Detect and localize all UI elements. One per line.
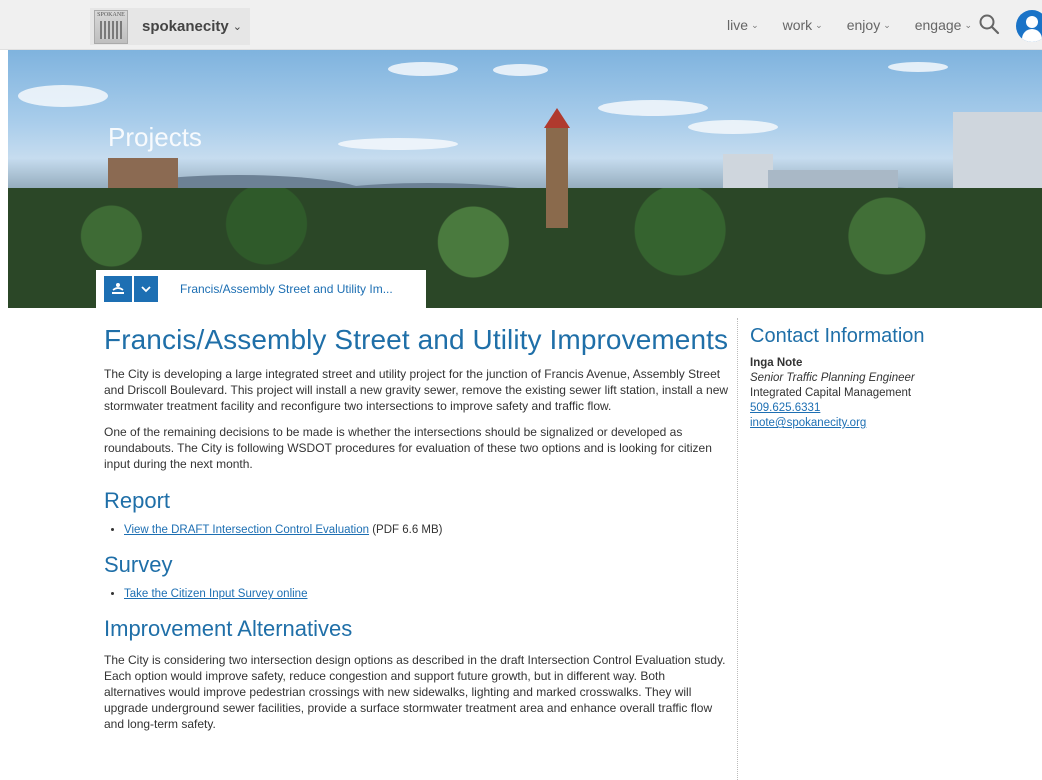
list-item: View the DRAFT Intersection Control Eval…: [124, 524, 729, 536]
breadcrumb-current[interactable]: Francis/Assembly Street and Utility Im..…: [180, 282, 393, 296]
nav-item-enjoy[interactable]: enjoy ⌄: [847, 17, 891, 33]
chevron-down-icon: ⌄: [232, 21, 242, 33]
alternatives-heading: Improvement Alternatives: [104, 616, 353, 641]
survey-heading: Survey: [104, 552, 173, 577]
chevron-down-icon: ⌄: [883, 19, 891, 30]
contact-card: Inga Note Senior Traffic Planning Engine…: [750, 356, 1010, 431]
breadcrumb-toggle-button[interactable]: [134, 276, 158, 302]
chevron-down-icon: ⌄: [964, 19, 972, 30]
report-heading: Report: [104, 488, 171, 513]
city-seal-logo: SPOKANE: [94, 9, 128, 44]
main-content: Francis/Assembly Street and Utility Impr…: [104, 318, 729, 732]
column-divider: [737, 318, 738, 780]
main-nav: live ⌄ work ⌄ enjoy ⌄ engage ⌄: [703, 0, 972, 50]
survey-link[interactable]: Take the Citizen Input Survey online: [124, 588, 307, 600]
report-file-info: (PDF 6.6 MB): [369, 524, 443, 536]
search-icon[interactable]: [978, 13, 1000, 35]
breadcrumb: Francis/Assembly Street and Utility Im..…: [96, 270, 426, 308]
nav-item-label: live: [727, 17, 749, 33]
clock-tower: [544, 108, 570, 228]
contact-name: Inga Note: [750, 357, 803, 369]
report-link[interactable]: View the DRAFT Intersection Control Eval…: [124, 524, 369, 536]
seal-text: SPOKANE: [97, 11, 125, 18]
top-navigation-bar: SPOKANE spokanecity ⌄ live ⌄ work ⌄ enjo…: [0, 0, 1042, 50]
chevron-down-icon: [141, 286, 151, 293]
intro-paragraph-2: One of the remaining decisions to be mad…: [104, 425, 712, 471]
contact-phone-link[interactable]: 509.625.6331: [750, 401, 1010, 416]
contact-heading: Contact Information: [750, 325, 925, 347]
nav-item-label: engage: [914, 17, 962, 33]
chevron-down-icon: ⌄: [815, 19, 823, 30]
page-title: Francis/Assembly Street and Utility Impr…: [104, 324, 729, 355]
list-item: Take the Citizen Input Survey online: [124, 588, 729, 600]
user-avatar-icon[interactable]: [1016, 10, 1042, 42]
brand-menu[interactable]: SPOKANE spokanecity ⌄: [90, 8, 250, 45]
intro-paragraph-1: The City is developing a large integrate…: [104, 367, 729, 413]
fountain-icon[interactable]: [104, 276, 132, 302]
chevron-down-icon: ⌄: [751, 19, 759, 30]
nav-item-engage[interactable]: engage ⌄: [915, 17, 972, 33]
nav-item-work[interactable]: work ⌄: [783, 17, 823, 33]
contact-role: Senior Traffic Planning Engineer: [750, 372, 915, 384]
contact-email-link[interactable]: inote@spokanecity.org: [750, 416, 1010, 431]
alternatives-paragraph: The City is considering two intersection…: [104, 653, 726, 731]
nav-item-label: work: [782, 17, 813, 33]
report-list: View the DRAFT Intersection Control Eval…: [104, 524, 729, 536]
survey-list: Take the Citizen Input Survey online: [104, 588, 729, 600]
nav-item-label: enjoy: [846, 17, 881, 33]
brand-name: spokanecity: [142, 18, 229, 35]
contact-sidebar: Contact Information Inga Note Senior Tra…: [750, 325, 1010, 431]
contact-department: Integrated Capital Management: [750, 387, 912, 399]
hero-title: Projects: [108, 122, 202, 152]
nav-item-live[interactable]: live ⌄: [727, 17, 759, 33]
